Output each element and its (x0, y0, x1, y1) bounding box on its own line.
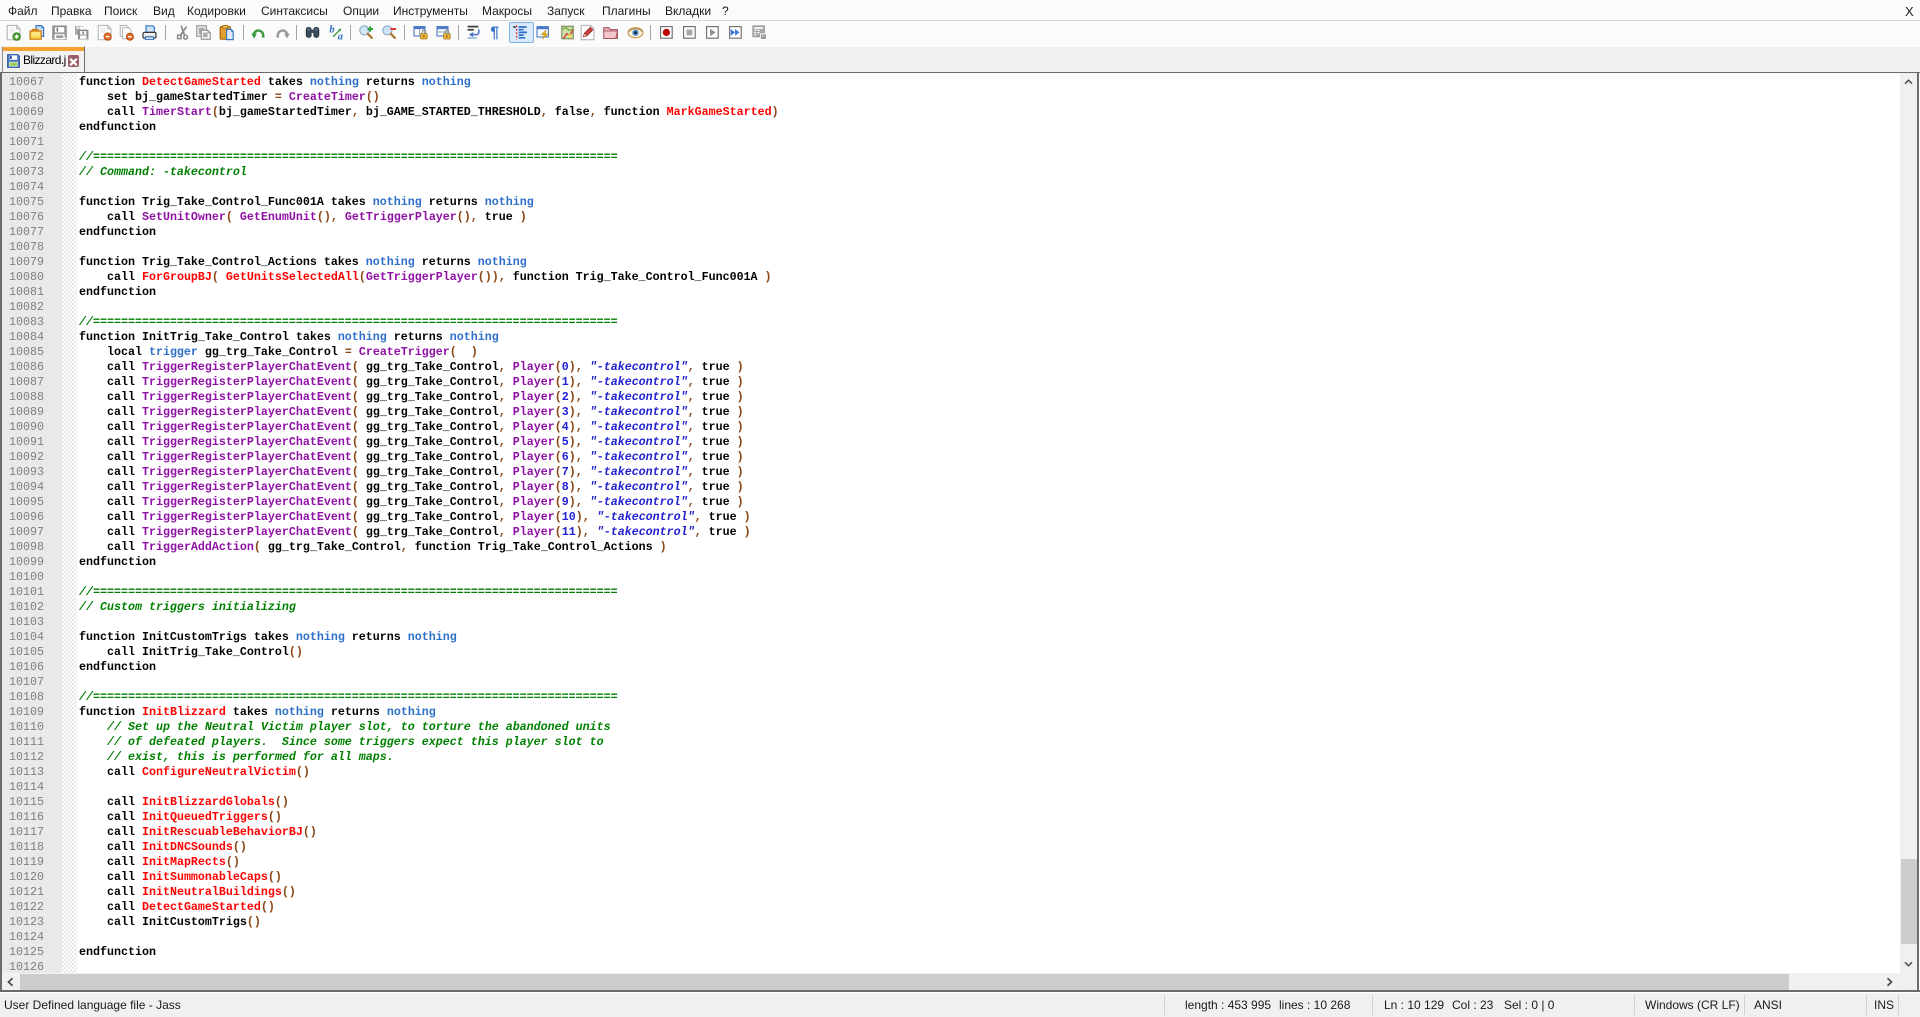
svg-text:¶: ¶ (490, 25, 499, 41)
svg-text:b: b (329, 25, 334, 36)
svg-text:a: a (337, 31, 342, 41)
